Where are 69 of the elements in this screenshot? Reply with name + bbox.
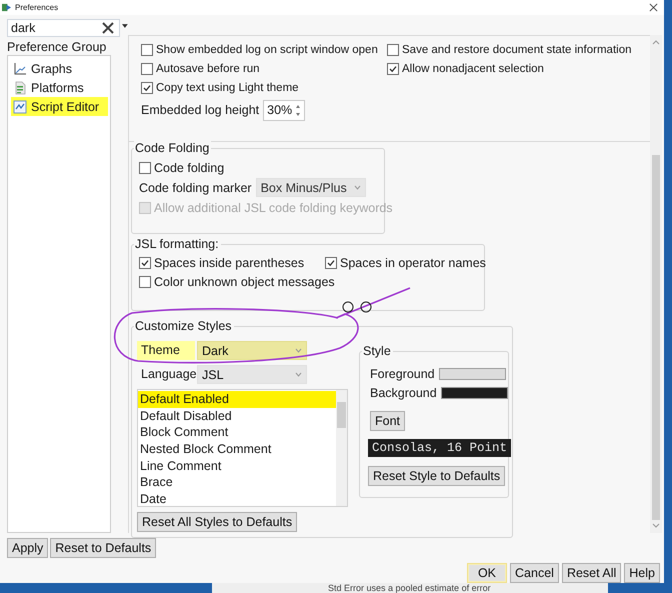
color-swatch[interactable] <box>438 368 506 380</box>
window-title: Preferences <box>15 3 60 12</box>
search-field[interactable]: dark <box>7 19 120 37</box>
list-item[interactable]: Brace <box>138 474 336 492</box>
caret-icon[interactable] <box>122 24 128 28</box>
color-swatch[interactable] <box>440 386 508 398</box>
document-icon <box>13 80 27 94</box>
caret-icon <box>295 348 302 353</box>
checkbox-label: Save and restore document state information <box>402 44 632 56</box>
list-item[interactable]: Default Enabled <box>138 391 336 408</box>
dialog-button[interactable]: Help <box>624 563 660 583</box>
group-title: JSL formatting: <box>134 237 221 251</box>
list-item[interactable]: Line Comment <box>138 458 336 474</box>
sidebar-item[interactable]: Platforms <box>11 78 108 97</box>
checkbox-label: Allow nonadjacent selection <box>402 62 544 74</box>
checkbox[interactable] <box>139 256 151 268</box>
caret-icon <box>354 185 361 190</box>
checkbox[interactable] <box>141 62 153 74</box>
scrollbar[interactable] <box>336 390 347 506</box>
checkbox-label: Spaces in operator names <box>340 256 486 270</box>
list-item[interactable]: Nested Block Comment <box>138 441 336 458</box>
checkbox[interactable] <box>141 82 153 94</box>
field-label: Foreground <box>370 366 435 380</box>
checkbox-label: Copy text using Light theme <box>156 82 299 94</box>
checkbox-label: Code folding <box>154 160 224 174</box>
close-icon[interactable] <box>649 3 658 12</box>
group-title: Customize Styles <box>134 319 234 333</box>
reset-button[interactable]: Reset All Styles to Defaults <box>137 512 298 532</box>
dropdown[interactable]: Dark <box>197 341 307 360</box>
ok-button[interactable]: OK <box>466 563 508 583</box>
dropdown[interactable]: JSL <box>197 365 307 384</box>
list-item[interactable]: Block Comment <box>138 424 336 442</box>
checkbox-label: Show embedded log on script window open <box>156 44 378 56</box>
app-icon <box>2 3 11 12</box>
reset-button[interactable]: Reset to Defaults <box>50 538 156 558</box>
spin-field[interactable]: 30% <box>263 100 306 120</box>
background-text: Std Error uses a pooled estimate of error <box>327 583 492 593</box>
line-chart-icon <box>13 62 27 76</box>
dialog-button[interactable]: Reset All <box>562 563 622 583</box>
field-label: Embedded log height <box>141 103 260 117</box>
group-title: Code Folding <box>134 141 212 155</box>
field-label: Theme <box>137 341 195 360</box>
checkbox[interactable] <box>139 162 151 174</box>
reset-button[interactable]: Reset Style to Defaults <box>368 466 506 486</box>
sidebar-item[interactable]: Script Editor <box>11 97 108 116</box>
group-title: Style <box>362 344 393 358</box>
checkbox-label: Autosave before run <box>156 62 260 74</box>
font-button[interactable]: Font <box>370 411 406 431</box>
caret-icon <box>295 372 302 377</box>
checkbox-label: Allow additional JSL code folding keywords <box>154 200 393 214</box>
field-label: Background <box>370 386 437 400</box>
font-preview: Consolas, 16 Point <box>368 439 512 457</box>
list-item[interactable]: Default Disabled <box>138 408 336 424</box>
list-item[interactable]: Date <box>138 491 336 508</box>
checkbox[interactable] <box>141 44 153 56</box>
checkbox[interactable] <box>139 276 151 288</box>
clear-icon[interactable] <box>101 21 116 35</box>
dialog-button[interactable]: Cancel <box>510 563 559 583</box>
script-icon <box>13 100 27 114</box>
list-heading: Preference Group <box>7 40 108 55</box>
checkbox[interactable] <box>387 62 399 74</box>
checkbox[interactable] <box>325 256 337 268</box>
sidebar-item[interactable]: Graphs <box>11 59 108 78</box>
apply-button[interactable]: Apply <box>7 538 48 558</box>
field-label: Code folding marker <box>139 180 252 194</box>
checkbox[interactable] <box>387 44 399 56</box>
checkbox-label: Spaces inside parentheses <box>154 256 304 270</box>
checkbox-label: Color unknown object messages <box>154 274 335 288</box>
field-label: Language <box>140 366 195 383</box>
